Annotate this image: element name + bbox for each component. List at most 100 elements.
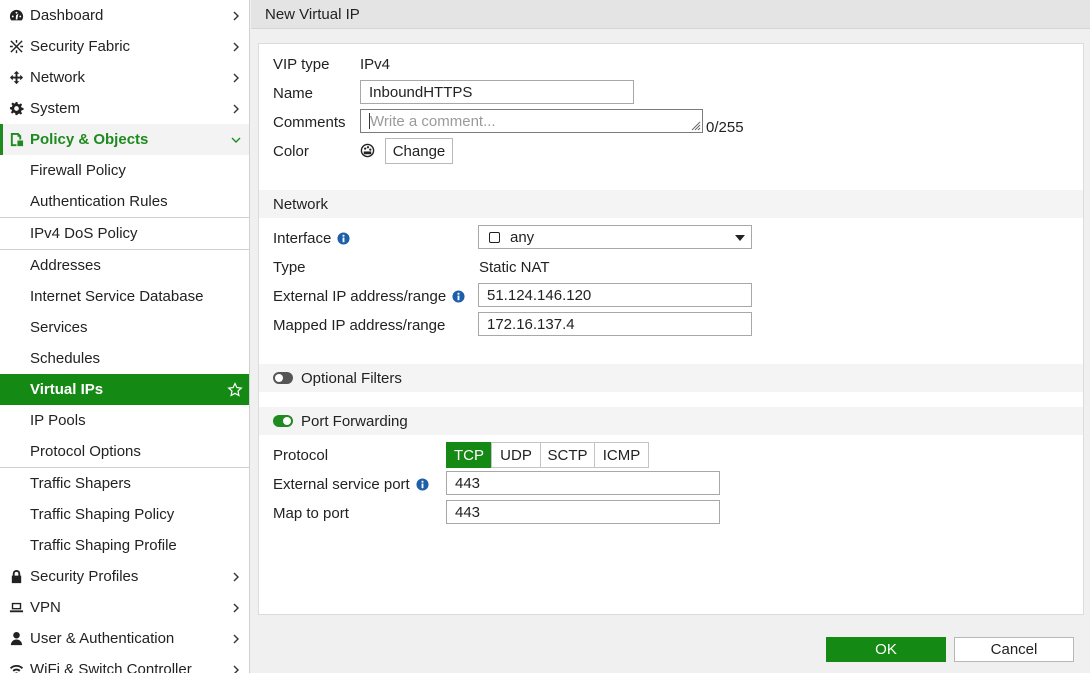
policy-icon bbox=[8, 132, 24, 148]
resize-handle-icon[interactable] bbox=[691, 121, 701, 131]
sidebar-item-wifi-switch-controller[interactable]: WiFi & Switch Controller bbox=[0, 654, 249, 673]
color-change-button[interactable]: Change bbox=[385, 138, 453, 164]
optional-filters-header: Optional Filters bbox=[259, 364, 1083, 392]
comments-row: Comments bbox=[273, 110, 346, 134]
chevron-down-icon bbox=[231, 137, 241, 143]
page-title: New Virtual IP bbox=[265, 6, 360, 23]
sidebar-item-addresses[interactable]: Addresses bbox=[0, 249, 249, 281]
sidebar-item-vpn[interactable]: VPN bbox=[0, 592, 249, 623]
chevron-right-icon bbox=[233, 104, 239, 113]
star-icon[interactable] bbox=[227, 381, 243, 398]
sidebar-item-label: Traffic Shaping Profile bbox=[30, 537, 177, 554]
map-port-label: Map to port bbox=[273, 504, 349, 522]
external-ip-input[interactable]: 51.124.146.120 bbox=[478, 283, 752, 307]
mapped-ip-input[interactable]: 172.16.137.4 bbox=[478, 312, 752, 336]
type-value: Static NAT bbox=[479, 259, 550, 276]
vip-type-value: IPv4 bbox=[360, 56, 391, 73]
dropdown-arrow-icon bbox=[735, 235, 745, 241]
external-port-input[interactable]: 443 bbox=[446, 471, 720, 495]
sidebar-item-internet-service-database[interactable]: Internet Service Database bbox=[0, 281, 249, 312]
sidebar-item-authentication-rules[interactable]: Authentication Rules bbox=[0, 186, 249, 217]
color-label: Color bbox=[273, 142, 309, 160]
vip-type-row: VIP type bbox=[273, 52, 329, 76]
chevron-right-icon bbox=[233, 42, 239, 51]
sidebar-item-label: IP Pools bbox=[30, 412, 86, 429]
sidebar-item-network[interactable]: Network bbox=[0, 62, 249, 93]
palette-icon bbox=[360, 143, 375, 158]
sidebar-item-ip-pools[interactable]: IP Pools bbox=[0, 405, 249, 436]
sidebar-item-user-authentication[interactable]: User & Authentication bbox=[0, 623, 249, 654]
sidebar-item-label: Addresses bbox=[30, 257, 101, 274]
name-label: Name bbox=[273, 84, 314, 102]
sidebar-item-virtual-ips[interactable]: Virtual IPs bbox=[0, 374, 249, 405]
name-row: Name bbox=[273, 81, 313, 105]
sidebar-item-protocol-options[interactable]: Protocol Options bbox=[0, 436, 249, 467]
sidebar-item-system[interactable]: System bbox=[0, 93, 249, 124]
ok-button[interactable]: OK bbox=[826, 637, 946, 662]
comments-counter: 0/255 bbox=[706, 119, 744, 136]
info-icon[interactable] bbox=[416, 477, 429, 491]
sidebar-item-traffic-shaping-policy[interactable]: Traffic Shaping Policy bbox=[0, 499, 249, 530]
sidebar-item-traffic-shapers[interactable]: Traffic Shapers bbox=[0, 467, 249, 499]
type-label: Type bbox=[273, 258, 306, 276]
sidebar-item-label: Policy & Objects bbox=[30, 131, 149, 148]
interface-select[interactable]: any bbox=[478, 225, 752, 249]
comments-textarea[interactable]: Write a comment... bbox=[360, 109, 703, 133]
page-header: New Virtual IP bbox=[251, 0, 1090, 29]
port-forwarding-label: Port Forwarding bbox=[301, 412, 408, 430]
name-input[interactable]: InboundHTTPS bbox=[360, 80, 634, 104]
chevron-right-icon bbox=[233, 665, 239, 673]
sidebar-item-label: Protocol Options bbox=[30, 443, 141, 460]
protocol-selector: TCP UDP SCTP ICMP bbox=[446, 442, 649, 468]
sidebar-item-ipv4-dos-policy[interactable]: IPv4 DoS Policy bbox=[0, 217, 249, 249]
sidebar-item-security-fabric[interactable]: Security Fabric bbox=[0, 31, 249, 62]
protocol-icmp-button[interactable]: ICMP bbox=[594, 442, 649, 468]
sidebar-item-schedules[interactable]: Schedules bbox=[0, 343, 249, 374]
chevron-right-icon bbox=[233, 572, 239, 581]
sidebar-item-traffic-shaping-profile[interactable]: Traffic Shaping Profile bbox=[0, 530, 249, 561]
sidebar-item-label: Traffic Shapers bbox=[30, 475, 131, 492]
info-icon[interactable] bbox=[452, 289, 465, 303]
vip-form: VIP type IPv4 Name InboundHTTPS Comments… bbox=[258, 43, 1084, 615]
map-port-row: Map to port bbox=[273, 501, 349, 525]
sidebar-item-security-profiles[interactable]: Security Profiles bbox=[0, 561, 249, 592]
chevron-right-icon bbox=[233, 603, 239, 612]
protocol-label: Protocol bbox=[273, 446, 329, 464]
map-port-input[interactable]: 443 bbox=[446, 500, 720, 524]
comments-label: Comments bbox=[273, 113, 346, 131]
external-port-label: External service port bbox=[273, 475, 410, 493]
interface-value: any bbox=[510, 228, 535, 246]
external-ip-row: External IP address/range bbox=[273, 284, 465, 308]
sidebar-item-label: Dashboard bbox=[30, 7, 104, 24]
vip-type-label: VIP type bbox=[273, 55, 330, 73]
protocol-sctp-button[interactable]: SCTP bbox=[540, 442, 595, 468]
chevron-right-icon bbox=[233, 11, 239, 20]
network-section-header: Network bbox=[259, 190, 1083, 218]
sidebar-item-policy-objects[interactable]: Policy & Objects bbox=[0, 124, 249, 155]
external-port-row: External service port bbox=[273, 472, 429, 496]
protocol-row: Protocol bbox=[273, 443, 328, 467]
sidebar-item-dashboard[interactable]: Dashboard bbox=[0, 0, 249, 31]
dashboard-icon bbox=[8, 8, 24, 24]
optional-filters-toggle[interactable] bbox=[273, 372, 293, 384]
sidebar-item-firewall-policy[interactable]: Firewall Policy bbox=[0, 155, 249, 186]
sidebar-item-label: Network bbox=[30, 69, 86, 86]
protocol-tcp-button[interactable]: TCP bbox=[446, 442, 492, 468]
wifi-icon bbox=[8, 662, 24, 673]
sidebar-item-services[interactable]: Services bbox=[0, 312, 249, 343]
cancel-button[interactable]: Cancel bbox=[954, 637, 1074, 662]
protocol-udp-button[interactable]: UDP bbox=[491, 442, 541, 468]
sidebar-item-label: VPN bbox=[30, 599, 61, 616]
port-forwarding-toggle[interactable] bbox=[273, 415, 293, 427]
sidebar-item-label: WiFi & Switch Controller bbox=[30, 661, 192, 673]
chevron-right-icon bbox=[233, 73, 239, 82]
lock-icon bbox=[8, 569, 24, 585]
interface-checkbox-icon bbox=[489, 231, 500, 243]
interface-row: Interface bbox=[273, 226, 350, 250]
info-icon[interactable] bbox=[337, 231, 350, 245]
sidebar-item-label: Internet Service Database bbox=[30, 288, 204, 305]
type-row: Type bbox=[273, 255, 306, 279]
laptop-icon bbox=[8, 600, 24, 616]
optional-filters-label: Optional Filters bbox=[301, 369, 402, 387]
comments-placeholder: Write a comment... bbox=[370, 112, 496, 130]
